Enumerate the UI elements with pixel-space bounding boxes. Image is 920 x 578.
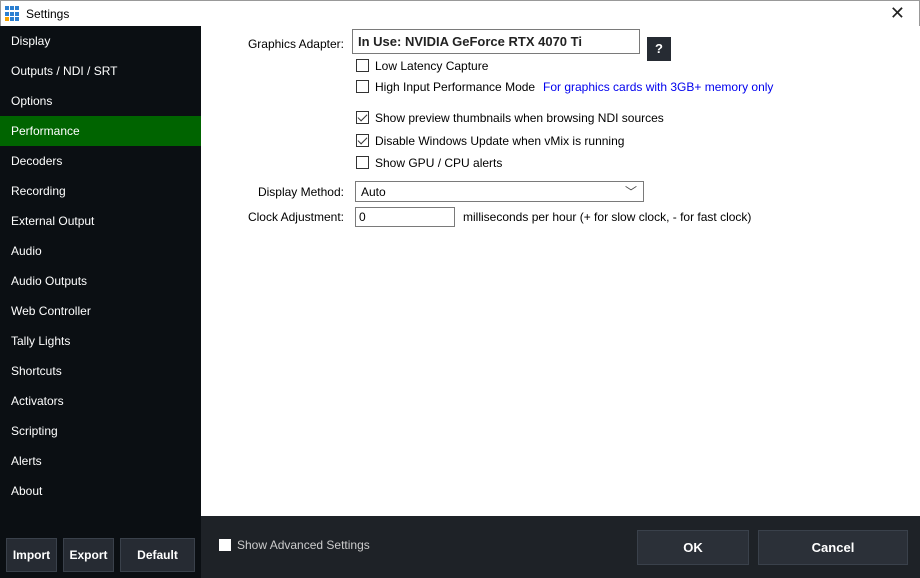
sidebar-item-tally-lights[interactable]: Tally Lights <box>0 326 201 356</box>
display-method-select[interactable]: Auto ﹀ <box>355 181 644 202</box>
checkbox-box[interactable] <box>356 134 369 147</box>
vmix-app-icon <box>5 6 21 22</box>
window-title: Settings <box>26 7 70 21</box>
clock-adjustment-label: Clock Adjustment: <box>247 210 344 224</box>
show-advanced-settings-checkbox[interactable]: Show Advanced Settings <box>219 538 370 552</box>
low-latency-capture-checkbox[interactable]: Low Latency Capture <box>356 59 488 73</box>
sidebar-item-activators[interactable]: Activators <box>0 386 201 416</box>
title-bar: Settings ✕ <box>0 0 920 26</box>
sidebar-item-scripting[interactable]: Scripting <box>0 416 201 446</box>
checkbox-box[interactable] <box>219 539 231 551</box>
checkbox-box[interactable] <box>356 80 369 93</box>
checkbox-box[interactable] <box>356 156 369 169</box>
import-button[interactable]: Import <box>6 538 57 572</box>
close-icon[interactable]: ✕ <box>890 3 905 24</box>
help-button[interactable]: ? <box>647 37 671 61</box>
ok-button[interactable]: OK <box>637 530 749 565</box>
graphics-adapter-field: In Use: NVIDIA GeForce RTX 4070 Ti <box>352 29 640 54</box>
footer-bar: Show Advanced Settings OK Cancel <box>201 516 920 578</box>
sidebar-item-options[interactable]: Options <box>0 86 201 116</box>
high-input-note: For graphics cards with 3GB+ memory only <box>543 80 774 94</box>
sidebar-item-shortcuts[interactable]: Shortcuts <box>0 356 201 386</box>
display-method-label: Display Method: <box>257 185 344 199</box>
sidebar-item-web-controller[interactable]: Web Controller <box>0 296 201 326</box>
disable-windows-update-checkbox[interactable]: Disable Windows Update when vMix is runn… <box>356 134 624 148</box>
high-input-performance-checkbox[interactable]: High Input Performance Mode <box>356 80 535 94</box>
sidebar-item-performance[interactable]: Performance <box>0 116 201 146</box>
graphics-adapter-label: Graphics Adapter: <box>247 37 344 51</box>
checkbox-box[interactable] <box>356 59 369 72</box>
sidebar-item-decoders[interactable]: Decoders <box>0 146 201 176</box>
clock-adjustment-hint: milliseconds per hour (+ for slow clock,… <box>463 210 752 224</box>
sidebar-item-alerts[interactable]: Alerts <box>0 446 201 476</box>
sidebar-item-recording[interactable]: Recording <box>0 176 201 206</box>
sidebar-item-external-output[interactable]: External Output <box>0 206 201 236</box>
sidebar: About Alerts Scripting Activators Shortcuts T… <box>0 26 201 578</box>
sidebar-item-about[interactable]: About <box>0 476 201 506</box>
export-button[interactable]: Export <box>63 538 114 572</box>
checkbox-box[interactable] <box>356 111 369 124</box>
gpu-cpu-alerts-checkbox[interactable]: Show GPU / CPU alerts <box>356 156 502 170</box>
sidebar-item-outputs-ndi-srt[interactable]: Outputs / NDI / SRT <box>0 56 201 86</box>
sidebar-item-audio-outputs[interactable]: Audio Outputs <box>0 266 201 296</box>
clock-adjustment-input[interactable]: 0 <box>355 207 455 227</box>
sidebar-item-audio[interactable]: Audio <box>0 236 201 266</box>
default-button[interactable]: Default <box>120 538 195 572</box>
chevron-down-icon: ﹀ <box>624 185 637 199</box>
cancel-button[interactable]: Cancel <box>758 530 908 565</box>
sidebar-item-display[interactable]: Display <box>0 26 201 56</box>
ndi-thumbnails-checkbox[interactable]: Show preview thumbnails when browsing ND… <box>356 111 664 125</box>
